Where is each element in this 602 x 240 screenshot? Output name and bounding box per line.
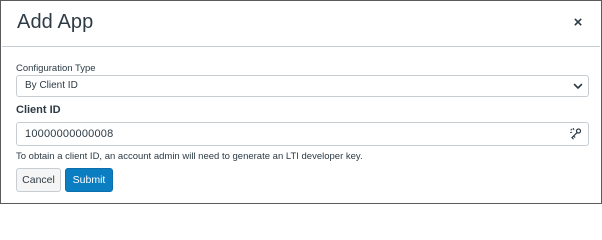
password-manager-icon[interactable] (569, 127, 583, 141)
chevron-down-icon (573, 83, 583, 89)
configuration-type-label: Configuration Type (16, 63, 96, 74)
dialog-header: Add App × (2, 2, 600, 47)
client-id-hint: To obtain a client ID, an account admin … (16, 151, 363, 162)
close-icon[interactable]: × (570, 14, 586, 32)
client-id-input[interactable]: 10000000000008 (16, 122, 589, 146)
cancel-button[interactable]: Cancel (16, 168, 61, 192)
configuration-type-value: By Client ID (25, 80, 78, 91)
client-id-value: 10000000000008 (25, 128, 114, 140)
client-id-label: Client ID (16, 104, 61, 116)
dialog-title: Add App (17, 11, 94, 33)
submit-button[interactable]: Submit (65, 168, 113, 192)
add-app-dialog: Add App × Configuration Type By Client I… (0, 0, 602, 204)
configuration-type-select[interactable]: By Client ID (16, 75, 589, 97)
